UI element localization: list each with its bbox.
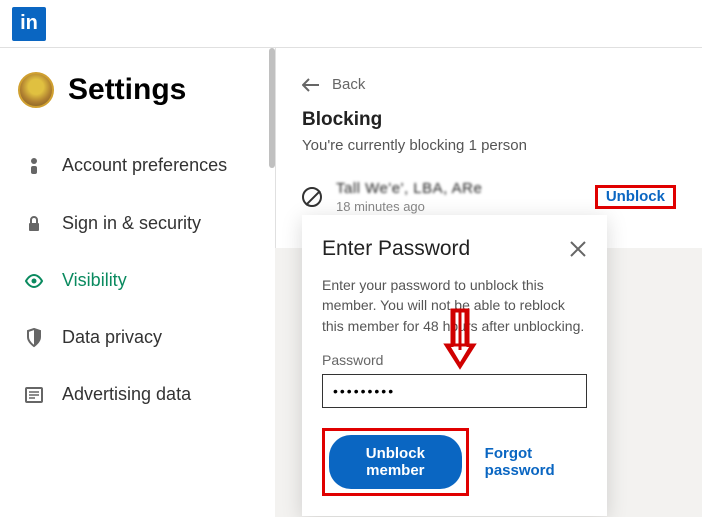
password-label: Password bbox=[322, 352, 587, 368]
linkedin-logo[interactable]: in bbox=[12, 7, 46, 41]
sidebar-item-label: Visibility bbox=[62, 270, 127, 291]
blocked-member-name: Tall We'e', LBA, ARe bbox=[336, 180, 581, 197]
person-icon bbox=[24, 156, 44, 176]
block-icon bbox=[302, 187, 322, 207]
back-label: Back bbox=[332, 76, 365, 93]
top-bar: in bbox=[0, 0, 702, 48]
close-icon[interactable] bbox=[569, 240, 587, 258]
password-input[interactable] bbox=[322, 374, 587, 408]
sidebar-item-label: Sign in & security bbox=[62, 213, 201, 234]
sidebar-item-label: Advertising data bbox=[62, 384, 191, 405]
unblock-member-button[interactable]: Unblock member bbox=[329, 435, 462, 489]
sidebar-item-data-privacy[interactable]: Data privacy bbox=[16, 309, 267, 366]
settings-header: Settings bbox=[16, 72, 267, 108]
page-title: Settings bbox=[68, 73, 186, 107]
eye-icon bbox=[24, 274, 44, 288]
section-subtitle: You're currently blocking 1 person bbox=[302, 137, 676, 154]
lock-icon bbox=[24, 215, 44, 233]
sidebar-item-label: Account preferences bbox=[62, 154, 227, 177]
modal-header: Enter Password bbox=[322, 237, 587, 261]
avatar[interactable] bbox=[18, 72, 54, 108]
unblock-button[interactable]: Unblock bbox=[598, 184, 673, 209]
section-title: Blocking bbox=[302, 109, 676, 131]
arrow-left-icon bbox=[302, 78, 320, 92]
sidebar-item-visibility[interactable]: Visibility bbox=[16, 252, 267, 309]
sidebar-item-account-preferences[interactable]: Account preferences bbox=[16, 136, 267, 195]
blocked-member-row: Tall We'e', LBA, ARe 18 minutes ago Unbl… bbox=[302, 180, 676, 214]
annotation-highlight: Unblock member bbox=[322, 428, 469, 496]
newspaper-icon bbox=[24, 387, 44, 403]
annotation-highlight: Unblock bbox=[595, 185, 676, 209]
sidebar-item-advertising-data[interactable]: Advertising data bbox=[16, 366, 267, 423]
blocked-member-info: Tall We'e', LBA, ARe 18 minutes ago bbox=[336, 180, 581, 214]
sidebar-item-label: Data privacy bbox=[62, 327, 162, 348]
back-button[interactable]: Back bbox=[302, 76, 676, 93]
sidebar-item-sign-in-security[interactable]: Sign in & security bbox=[16, 195, 267, 252]
blocked-member-time: 18 minutes ago bbox=[336, 199, 581, 214]
modal-title: Enter Password bbox=[322, 237, 470, 261]
forgot-password-link[interactable]: Forgot password bbox=[485, 445, 587, 479]
sidebar: Settings Account preferences Sign in & s… bbox=[0, 48, 275, 517]
modal-actions: Unblock member Forgot password bbox=[322, 428, 587, 496]
password-modal: Enter Password Enter your password to un… bbox=[302, 215, 607, 516]
shield-icon bbox=[24, 328, 44, 348]
modal-body-text: Enter your password to unblock this memb… bbox=[322, 275, 587, 336]
